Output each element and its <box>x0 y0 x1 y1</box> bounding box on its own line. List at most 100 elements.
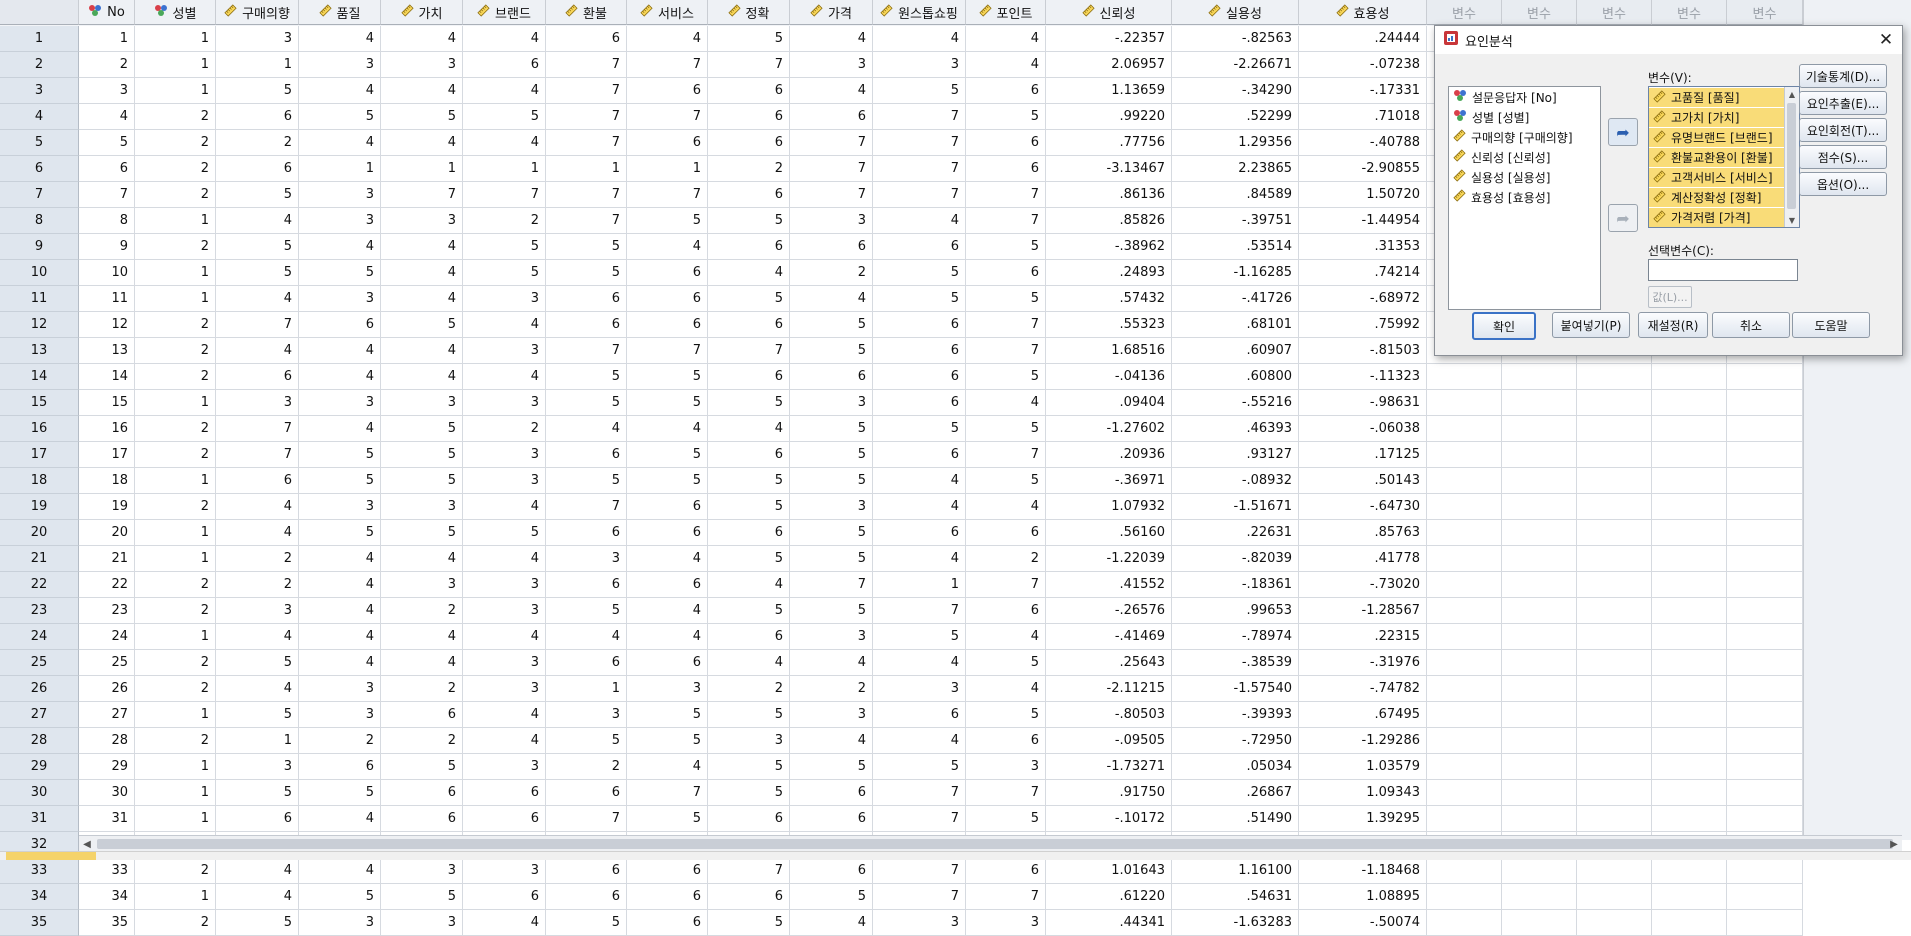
table-cell[interactable]: 5 <box>627 728 708 754</box>
table-cell[interactable]: 9 <box>79 234 135 260</box>
table-cell[interactable]: .20936 <box>1046 442 1172 468</box>
paste-button[interactable]: 붙여넣기(P) <box>1552 312 1630 338</box>
table-cell[interactable]: 1 <box>135 286 216 312</box>
empty-cell[interactable] <box>1727 676 1803 702</box>
table-cell[interactable]: 3 <box>873 52 966 78</box>
table-cell[interactable]: 6 <box>873 702 966 728</box>
table-cell[interactable]: 4 <box>463 26 546 52</box>
empty-cell[interactable] <box>1427 442 1502 468</box>
empty-cell[interactable] <box>1727 728 1803 754</box>
table-cell[interactable]: 20 <box>79 520 135 546</box>
empty-cell[interactable] <box>1502 364 1577 390</box>
table-cell[interactable]: 7 <box>790 182 873 208</box>
empty-cell[interactable] <box>1652 546 1727 572</box>
table-cell[interactable]: -1.27602 <box>1046 416 1172 442</box>
table-cell[interactable]: 5 <box>708 494 790 520</box>
table-cell[interactable]: 6 <box>546 858 627 884</box>
table-cell[interactable]: 1 <box>135 702 216 728</box>
table-cell[interactable]: 4 <box>627 754 708 780</box>
column-header-0[interactable]: No <box>79 0 135 25</box>
empty-cell[interactable] <box>1577 572 1652 598</box>
table-cell[interactable]: 1.13659 <box>1046 78 1172 104</box>
table-cell[interactable]: 5 <box>627 208 708 234</box>
table-cell[interactable]: 4 <box>790 650 873 676</box>
empty-cell[interactable] <box>1577 858 1652 884</box>
table-cell[interactable]: 5 <box>546 728 627 754</box>
table-cell[interactable]: 6 <box>463 780 546 806</box>
table-cell[interactable]: -.40788 <box>1299 130 1427 156</box>
table-cell[interactable]: 6 <box>463 884 546 910</box>
table-cell[interactable]: 5 <box>966 650 1046 676</box>
table-cell[interactable]: 3 <box>546 546 627 572</box>
table-cell[interactable]: 6 <box>966 728 1046 754</box>
column-header-10[interactable]: 원스톱쇼핑 <box>873 0 966 25</box>
table-cell[interactable]: 7 <box>546 208 627 234</box>
table-cell[interactable]: 6 <box>790 806 873 832</box>
table-cell[interactable]: -1.57540 <box>1172 676 1299 702</box>
table-cell[interactable]: -.38962 <box>1046 234 1172 260</box>
table-cell[interactable]: 4 <box>790 910 873 936</box>
empty-cell[interactable] <box>1427 806 1502 832</box>
table-cell[interactable]: 3 <box>463 754 546 780</box>
table-cell[interactable]: .09404 <box>1046 390 1172 416</box>
table-cell[interactable]: .71018 <box>1299 104 1427 130</box>
table-cell[interactable]: 3 <box>299 910 381 936</box>
table-cell[interactable]: 3 <box>216 26 299 52</box>
row-number[interactable]: 13 <box>0 338 79 364</box>
table-cell[interactable]: .41552 <box>1046 572 1172 598</box>
table-cell[interactable]: 4 <box>966 494 1046 520</box>
table-cell[interactable]: 3 <box>708 728 790 754</box>
table-cell[interactable]: 5 <box>216 780 299 806</box>
table-cell[interactable]: 7 <box>627 104 708 130</box>
table-cell[interactable]: 29 <box>79 754 135 780</box>
empty-cell[interactable] <box>1577 520 1652 546</box>
table-cell[interactable]: 6 <box>790 858 873 884</box>
row-number[interactable]: 9 <box>0 234 79 260</box>
table-cell[interactable]: 4 <box>299 806 381 832</box>
table-cell[interactable]: 1.03579 <box>1299 754 1427 780</box>
table-cell[interactable]: 4 <box>627 546 708 572</box>
table-cell[interactable]: 5 <box>299 468 381 494</box>
empty-cell[interactable] <box>1577 754 1652 780</box>
table-cell[interactable]: 4 <box>299 598 381 624</box>
table-cell[interactable]: -.39393 <box>1172 702 1299 728</box>
empty-cell[interactable] <box>1727 624 1803 650</box>
empty-cell[interactable] <box>1427 780 1502 806</box>
variables-list-item[interactable]: 유명브랜드 [브랜드] <box>1649 128 1787 147</box>
grid-corner[interactable] <box>0 0 79 25</box>
table-cell[interactable]: .50143 <box>1299 468 1427 494</box>
table-cell[interactable]: .84589 <box>1172 182 1299 208</box>
table-cell[interactable]: 2 <box>135 416 216 442</box>
table-cell[interactable]: 4 <box>463 624 546 650</box>
table-cell[interactable]: -1.18468 <box>1299 858 1427 884</box>
table-cell[interactable]: 5 <box>790 468 873 494</box>
table-cell[interactable]: 4 <box>627 234 708 260</box>
table-cell[interactable]: 7 <box>873 598 966 624</box>
column-header-9[interactable]: 가격 <box>790 0 873 25</box>
table-cell[interactable]: 3 <box>463 390 546 416</box>
table-cell[interactable]: 1 <box>135 754 216 780</box>
table-cell[interactable]: 4 <box>216 676 299 702</box>
row-number[interactable]: 21 <box>0 546 79 572</box>
empty-cell[interactable] <box>1577 676 1652 702</box>
table-cell[interactable]: 5 <box>216 78 299 104</box>
table-cell[interactable]: 6 <box>708 182 790 208</box>
table-cell[interactable]: 6 <box>216 156 299 182</box>
table-cell[interactable]: 5 <box>708 910 790 936</box>
row-number[interactable]: 20 <box>0 520 79 546</box>
table-cell[interactable]: 2 <box>216 130 299 156</box>
table-cell[interactable]: -1.29286 <box>1299 728 1427 754</box>
table-cell[interactable]: -1.51671 <box>1172 494 1299 520</box>
table-cell[interactable]: 3 <box>463 858 546 884</box>
empty-cell[interactable] <box>1652 572 1727 598</box>
table-cell[interactable]: .51490 <box>1172 806 1299 832</box>
empty-cell[interactable] <box>1652 624 1727 650</box>
table-cell[interactable]: 1.50720 <box>1299 182 1427 208</box>
table-cell[interactable]: 4 <box>873 468 966 494</box>
table-cell[interactable]: 4 <box>299 78 381 104</box>
table-cell[interactable]: 7 <box>873 104 966 130</box>
table-cell[interactable]: 5 <box>708 546 790 572</box>
table-cell[interactable]: 2 <box>135 182 216 208</box>
empty-cell[interactable] <box>1727 884 1803 910</box>
table-cell[interactable]: 2 <box>135 338 216 364</box>
